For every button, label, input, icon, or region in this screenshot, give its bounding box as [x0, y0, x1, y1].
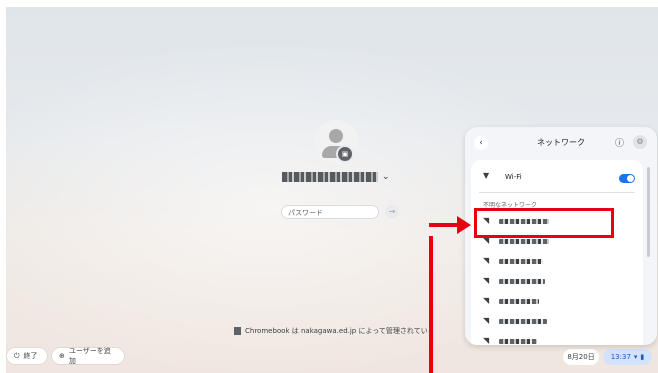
annotation-arrow-shaft [429, 236, 433, 373]
wifi-lock-icon: ◥ [483, 256, 490, 265]
password-input[interactable]: パスワード [281, 205, 379, 219]
user-menu-chevron-icon[interactable]: ⌄ [382, 172, 390, 182]
network-name-blurred [499, 239, 549, 244]
network-name-blurred [499, 299, 539, 304]
wifi-lock-icon: ◥ [483, 296, 490, 305]
network-list-item[interactable]: ◥ [471, 272, 643, 292]
highlight-box [474, 208, 614, 238]
network-list-item[interactable]: ◥ [471, 252, 643, 272]
network-name-blurred [499, 319, 547, 324]
wifi-lock-icon: ◥ [483, 336, 490, 345]
annotation-arrow-head [457, 216, 471, 234]
power-icon: ⏻ [14, 351, 20, 360]
wifi-label: Wi-Fi [505, 173, 522, 181]
divider [479, 192, 635, 193]
network-name-blurred [499, 339, 537, 344]
add-user-icon: ⊕ [59, 352, 65, 360]
wifi-toggle-row[interactable]: ▼ Wi-Fi [471, 168, 643, 188]
wifi-status-icon: ▾ [633, 353, 638, 361]
managed-notice: Chromebook は nakagawa.ed.jp によって管理されてい [234, 326, 428, 336]
blurred-username [282, 172, 378, 182]
wifi-toggle[interactable] [619, 174, 635, 183]
network-name-blurred [499, 279, 545, 284]
building-icon [234, 327, 241, 335]
info-icon[interactable]: ⓘ [615, 136, 624, 149]
annotation-arrow-bend [429, 223, 459, 227]
network-panel-header: ‹ ネットワーク ⓘ ⚙ [465, 127, 657, 159]
clock-time: 13:37 [610, 353, 631, 361]
add-user-label: ユーザーを追加 [68, 347, 111, 365]
battery-icon: ▮ [640, 353, 645, 361]
wifi-lock-icon: ◥ [483, 276, 490, 285]
network-list-card: ▼ Wi-Fi 不明なネットワーク ◥ ◥ ◥ ◥ ◥ ◥ ◥ [471, 160, 643, 345]
toggle-knob [627, 175, 634, 182]
shutdown-label: 終了 [23, 352, 38, 360]
date-indicator[interactable]: 8月20日 [563, 349, 599, 365]
network-list-item[interactable]: ◥ [471, 332, 643, 345]
submit-arrow-icon[interactable]: → [385, 205, 399, 219]
network-name-blurred [499, 259, 543, 264]
back-arrow-icon[interactable]: ‹ [474, 136, 488, 150]
add-user-button[interactable]: ⊕ ユーザーを追加 [52, 347, 124, 365]
managed-badge-icon: ▣ [336, 145, 354, 163]
password-row: パスワード → [281, 205, 399, 219]
network-list-item[interactable]: ◥ [471, 312, 643, 332]
wifi-lock-icon: ◥ [483, 316, 490, 325]
username-row[interactable]: ⌄ [282, 172, 390, 182]
wifi-icon: ▼ [483, 171, 490, 180]
scrollbar[interactable] [647, 167, 650, 257]
system-tray[interactable]: 13:37 ▾ ▮ [603, 349, 652, 365]
gear-icon[interactable]: ⚙ [633, 135, 647, 149]
shutdown-button[interactable]: ⏻ 終了 [7, 348, 47, 364]
avatar-head [329, 129, 343, 143]
managed-notice-text: Chromebook は nakagawa.ed.jp によって管理されてい [245, 327, 428, 335]
network-list-item[interactable]: ◥ [471, 292, 643, 312]
network-panel-title: ネットワーク [537, 138, 585, 147]
